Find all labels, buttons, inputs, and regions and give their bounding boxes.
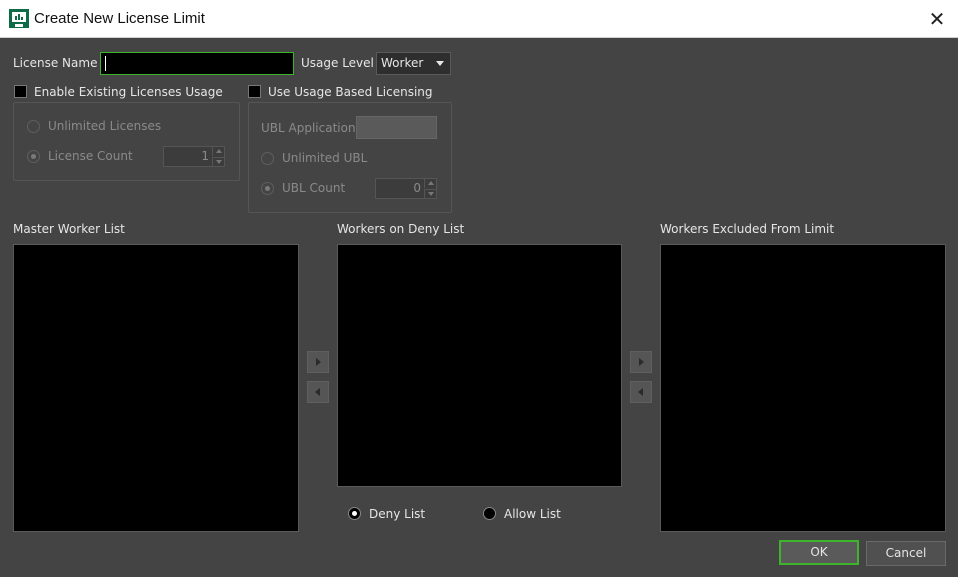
use-ubl-checkbox[interactable]: [248, 85, 261, 98]
usage-level-value: Worker: [381, 56, 424, 70]
existing-licenses-group: [13, 102, 240, 181]
deny-list-radio[interactable]: [348, 507, 361, 520]
spin-up-icon[interactable]: [212, 147, 224, 156]
allow-list-radio[interactable]: [483, 507, 496, 520]
window-title: Create New License Limit: [34, 10, 205, 27]
title-bar: Create New License Limit ✕: [0, 0, 958, 38]
ubl-application-field[interactable]: [356, 116, 437, 139]
license-name-input[interactable]: [100, 52, 294, 75]
ubl-count-spinbox[interactable]: 0: [375, 178, 437, 199]
move-to-excluded-button[interactable]: [630, 351, 652, 373]
move-from-excluded-button[interactable]: [630, 381, 652, 403]
enable-existing-licenses-checkbox[interactable]: [14, 85, 27, 98]
deny-list-radio-label[interactable]: Deny List: [369, 507, 425, 521]
license-count-radio[interactable]: [27, 150, 40, 163]
spin-down-icon[interactable]: [212, 157, 224, 166]
use-ubl-label[interactable]: Use Usage Based Licensing: [268, 85, 433, 99]
usage-level-label: Usage Level: [301, 56, 374, 70]
license-count-value: 1: [201, 149, 209, 163]
spin-down-icon[interactable]: [424, 189, 436, 198]
monitor-chart-icon: [9, 9, 29, 28]
unlimited-licenses-radio[interactable]: [27, 120, 40, 133]
unlimited-licenses-label: Unlimited Licenses: [48, 119, 162, 133]
enable-existing-licenses-label[interactable]: Enable Existing Licenses Usage: [34, 85, 223, 99]
excluded-worker-list[interactable]: [660, 244, 946, 532]
license-count-spinbox[interactable]: 1: [163, 146, 225, 167]
ubl-count-radio[interactable]: [261, 182, 274, 195]
ubl-count-value: 0: [413, 181, 421, 195]
master-worker-list[interactable]: [13, 244, 299, 532]
master-worker-list-label: Master Worker List: [13, 222, 125, 236]
unlimited-ubl-radio[interactable]: [261, 152, 274, 165]
ok-button[interactable]: OK: [779, 540, 859, 565]
deny-list-label: Workers on Deny List: [337, 222, 465, 236]
move-to-deny-list-button[interactable]: [307, 351, 329, 373]
chevron-down-icon: [436, 61, 444, 66]
spin-up-icon[interactable]: [424, 179, 436, 188]
move-from-deny-list-button[interactable]: [307, 381, 329, 403]
license-name-label: License Name: [13, 56, 98, 70]
unlimited-ubl-label: Unlimited UBL: [282, 151, 368, 165]
ubl-count-label: UBL Count: [282, 181, 346, 195]
usage-level-select[interactable]: Worker: [376, 52, 451, 75]
excluded-list-label: Workers Excluded From Limit: [660, 222, 835, 236]
license-count-label: License Count: [48, 149, 133, 163]
close-icon[interactable]: ✕: [926, 8, 948, 30]
ubl-application-label: UBL Application: [261, 121, 356, 135]
allow-list-radio-label[interactable]: Allow List: [504, 507, 561, 521]
deny-worker-list[interactable]: [337, 244, 622, 487]
cancel-button[interactable]: Cancel: [866, 541, 946, 566]
